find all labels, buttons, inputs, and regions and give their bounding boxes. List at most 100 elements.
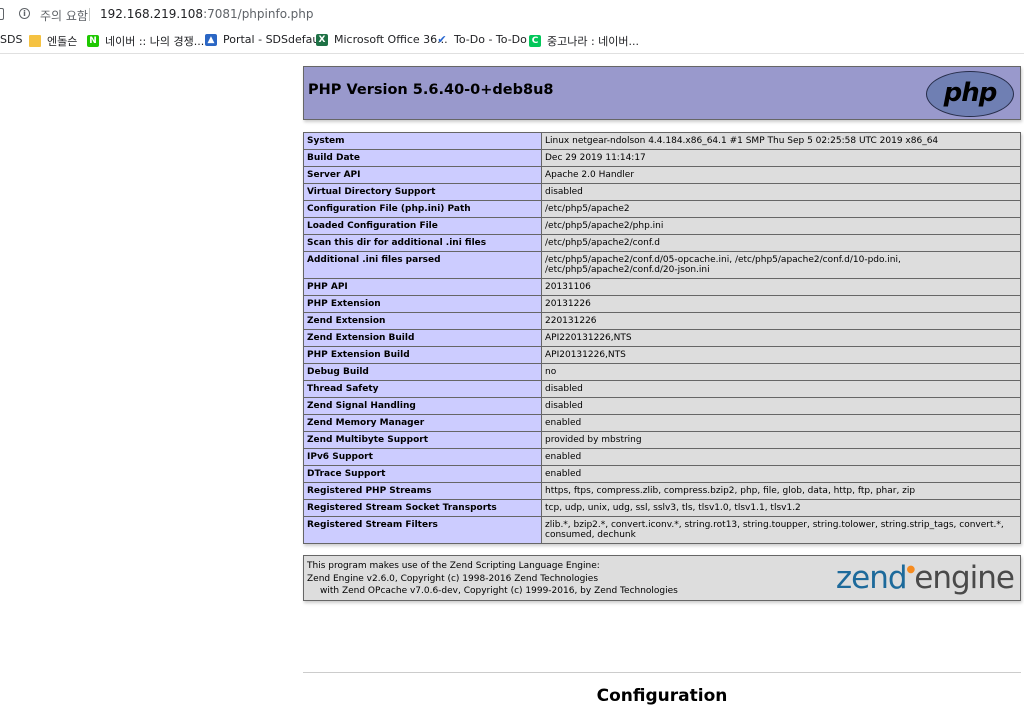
info-key: Server API — [303, 166, 542, 184]
address-separator — [89, 8, 90, 21]
info-value: tcp, udp, unix, udg, ssl, sslv3, tls, tl… — [541, 499, 1021, 517]
info-key: Registered Stream Filters — [303, 516, 542, 544]
zend-logo-dot: ● — [906, 564, 916, 575]
bookmark-portal[interactable]: ▲ Portal - SDSdefault — [205, 33, 327, 46]
info-value: Dec 29 2019 11:14:17 — [541, 149, 1021, 167]
bookmark-label: 네이버 :: 나의 경쟁... — [105, 35, 205, 48]
table-row: Configuration File (php.ini) Path/etc/ph… — [303, 200, 1021, 218]
info-key: Virtual Directory Support — [303, 183, 542, 201]
info-key: Debug Build — [303, 363, 542, 381]
cafe-icon: C — [529, 35, 541, 47]
table-row: Build Date Dec 29 2019 11:14:17 — [303, 149, 1021, 167]
table-row: Zend Signal Handling disabled — [303, 397, 1021, 415]
info-value: disabled — [541, 397, 1021, 415]
info-key: Loaded Configuration File — [303, 217, 542, 235]
bookmark-naver[interactable]: N 네이버 :: 나의 경쟁... — [87, 33, 204, 49]
portal-icon: ▲ — [205, 33, 217, 46]
section-divider — [303, 672, 1021, 673]
info-table: System Linux netgear-ndolson 4.4.184.x86_… — [303, 132, 1021, 544]
table-row: Debug Build no — [303, 363, 1021, 381]
bookmark-microsoft-office[interactable]: X Microsoft Office 36... — [316, 33, 448, 46]
zend-logo-part2: engine — [914, 560, 1015, 596]
info-value: https, ftps, compress.zlib, compress.bzi… — [541, 482, 1021, 500]
toolbar-divider — [0, 53, 1024, 54]
info-key: PHP Extension — [303, 295, 542, 313]
info-key: System — [303, 132, 542, 150]
checkmark-icon: ✔ — [437, 32, 447, 46]
zend-engine-logo[interactable]: zend●engine — [835, 560, 1015, 596]
url-host: 192.168.219.108 — [100, 7, 204, 21]
bookmark-todo[interactable]: ✔ To-Do - To-Do — [436, 32, 527, 46]
info-value: /etc/php5/apache2/php.ini — [541, 217, 1021, 235]
info-key: Build Date — [303, 149, 542, 167]
info-key: PHP API — [303, 278, 542, 296]
php-logo[interactable]: php — [926, 71, 1014, 117]
php-header: PHP Version 5.6.40-0+deb8u8 php — [303, 66, 1021, 120]
php-version-title: PHP Version 5.6.40-0+deb8u8 — [308, 82, 554, 98]
naver-icon: N — [87, 35, 99, 47]
table-row: DTrace Support enabled — [303, 465, 1021, 483]
php-logo-text: php — [943, 78, 998, 108]
bookmark-label: To-Do - To-Do — [454, 33, 527, 46]
zend-line-1: This program makes use of the Zend Scrip… — [307, 561, 600, 571]
info-value: Linux netgear-ndolson 4.4.184.x86_64.1 #… — [541, 132, 1021, 150]
info-value: /etc/php5/apache2 — [541, 200, 1021, 218]
table-row: Zend Multibyte Support provided by mbstri… — [303, 431, 1021, 449]
table-row: Zend Extension 220131226 — [303, 312, 1021, 330]
info-value: Apache 2.0 Handler — [541, 166, 1021, 184]
bookmark-label: Portal - SDSdefault — [223, 33, 327, 46]
bookmark-label: 엔돌슨 — [47, 35, 78, 48]
address-bar[interactable]: i 주의 요함 192.168.219.108:7081/phpinfo.php — [0, 0, 1024, 30]
folder-icon — [29, 35, 41, 47]
zend-logo-part1: zend — [835, 560, 908, 596]
bookmark-sds[interactable]: SDS — [0, 33, 22, 46]
phpinfo-page: PHP Version 5.6.40-0+deb8u8 php System Li… — [303, 66, 1021, 601]
url-text[interactable]: 192.168.219.108:7081/phpinfo.php — [100, 7, 313, 21]
table-row: Thread Safety disabled — [303, 380, 1021, 398]
zend-line-2: Zend Engine v2.6.0, Copyright (c) 1998-2… — [307, 573, 599, 584]
info-key: Configuration File (php.ini) Path — [303, 200, 542, 218]
info-value: 20131226 — [541, 295, 1021, 313]
reload-icon[interactable] — [0, 8, 4, 20]
info-value: enabled — [541, 414, 1021, 432]
info-key: Additional .ini files parsed — [303, 251, 542, 279]
table-row: Scan this dir for additional .ini files /… — [303, 234, 1021, 252]
info-key: Zend Extension — [303, 312, 542, 330]
table-row: Loaded Configuration File/etc/php5/apach… — [303, 217, 1021, 235]
table-row: Registered Stream Filters zlib.*, bzip2.*… — [303, 516, 1021, 544]
table-row: PHP Extension Build API20131226,NTS — [303, 346, 1021, 364]
info-value: provided by mbstring — [541, 431, 1021, 449]
zend-engine-box: This program makes use of the Zend Scrip… — [303, 555, 1021, 601]
table-row: System Linux netgear-ndolson 4.4.184.x86_… — [303, 132, 1021, 150]
table-row: Registered Stream Socket Transports tcp, … — [303, 499, 1021, 517]
info-key: Registered Stream Socket Transports — [303, 499, 542, 517]
info-key: Registered PHP Streams — [303, 482, 542, 500]
info-value: enabled — [541, 448, 1021, 466]
bookmark-joonggonara[interactable]: C 중고나라 : 네이버... — [529, 33, 639, 49]
info-value: 220131226 — [541, 312, 1021, 330]
zend-line-3: with Zend OPcache v7.0.6-dev, Copyright … — [320, 586, 678, 596]
info-key: IPv6 Support — [303, 448, 542, 466]
bookmarks-bar: SDS 엔돌슨 N 네이버 :: 나의 경쟁... ▲ Portal - SDS… — [0, 30, 1024, 52]
url-path: :7081/phpinfo.php — [203, 7, 314, 21]
table-row: Registered PHP Streams https, ftps, compr… — [303, 482, 1021, 500]
info-value: disabled — [541, 380, 1021, 398]
info-key: Zend Extension Build — [303, 329, 542, 347]
info-value: API20131226,NTS — [541, 346, 1021, 364]
table-row: Zend Extension Build API220131226,NTS — [303, 329, 1021, 347]
bookmark-label: 중고나라 : 네이버... — [547, 35, 640, 48]
table-row: Zend Memory Manager enabled — [303, 414, 1021, 432]
table-row: Server API Apache 2.0 Handler — [303, 166, 1021, 184]
security-warning[interactable]: 주의 요함 — [40, 7, 88, 24]
info-key: Zend Memory Manager — [303, 414, 542, 432]
info-value: /etc/php5/apache2/conf.d/05-opcache.ini,… — [541, 251, 1021, 279]
info-icon[interactable]: i — [19, 8, 30, 19]
bookmark-folder[interactable]: 엔돌슨 — [29, 33, 77, 49]
excel-icon: X — [316, 33, 328, 46]
info-value: API220131226,NTS — [541, 329, 1021, 347]
bookmark-label: SDS — [0, 33, 23, 46]
info-value: no — [541, 363, 1021, 381]
info-key: DTrace Support — [303, 465, 542, 483]
table-row: PHP API 20131106 — [303, 278, 1021, 296]
info-key: Scan this dir for additional .ini files — [303, 234, 542, 252]
